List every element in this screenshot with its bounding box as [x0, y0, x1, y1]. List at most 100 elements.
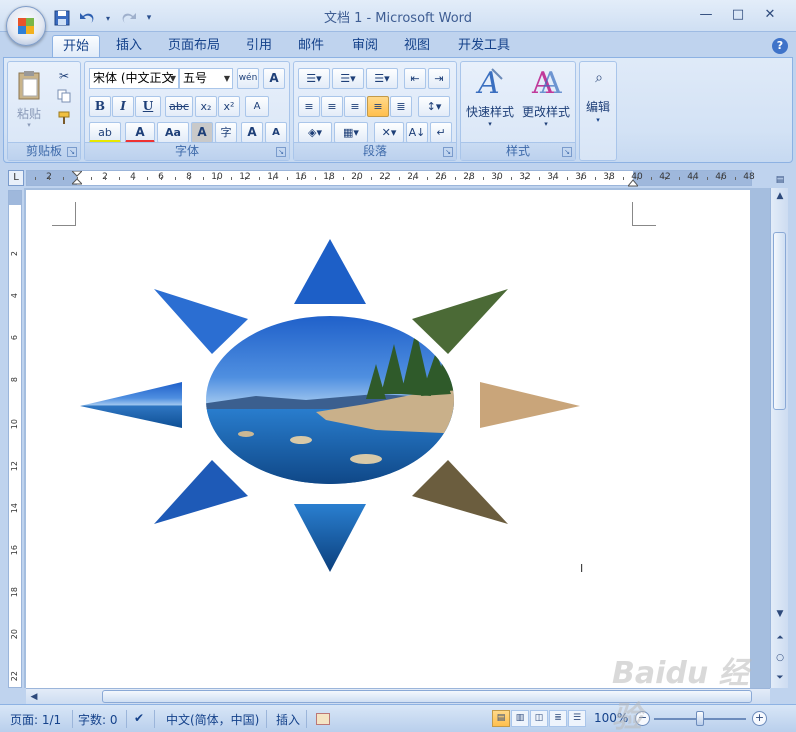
sun-ray-top-left [154, 289, 248, 354]
editing-group[interactable]: ⌕ 编辑 ▾ [579, 61, 617, 161]
close-button[interactable]: ✕ [754, 4, 786, 26]
decrease-indent-button[interactable]: ⇤ [404, 68, 426, 89]
ruler-tick [399, 177, 400, 180]
maximize-button[interactable]: □ [722, 4, 754, 26]
tab-developer[interactable]: 开发工具 [448, 35, 520, 58]
ruler-tick [735, 177, 736, 180]
ruler-tick [315, 177, 316, 180]
character-shading-button[interactable]: A [191, 122, 213, 143]
bullets-button[interactable]: ☰▾ [298, 68, 330, 89]
view-ruler-icon[interactable]: ▤ [772, 172, 788, 188]
ruler-number: 20 [10, 629, 19, 640]
tab-view[interactable]: 视图 [394, 35, 440, 58]
macro-recording-icon[interactable] [316, 713, 330, 725]
change-case-button[interactable]: Aa [157, 122, 189, 143]
strikethrough-button[interactable]: abc [165, 96, 193, 117]
font-launcher-icon[interactable]: ↘ [276, 147, 286, 157]
font-color-button[interactable]: A [125, 122, 155, 143]
grow-font-button[interactable]: A [241, 122, 263, 143]
scroll-left-icon[interactable]: ◀ [26, 689, 42, 705]
next-page-icon[interactable]: ⏷ [772, 670, 788, 686]
sun-ray-bottom-right [412, 460, 508, 524]
change-styles-button[interactable]: AA 更改样式 ▾ [519, 64, 573, 138]
sun-ray-bottom [294, 504, 366, 572]
vertical-ruler-top-margin [9, 191, 21, 205]
clear-formatting-button[interactable]: A [245, 96, 269, 117]
ruler-tick [329, 177, 330, 180]
scroll-up-icon[interactable]: ▲ [772, 188, 788, 204]
ruler-tick [595, 177, 596, 180]
chinese-layout-button[interactable]: ✕▾ [374, 122, 404, 143]
multilevel-list-button[interactable]: ☰▾ [366, 68, 398, 89]
outline-view-icon[interactable]: ≣ [549, 710, 567, 727]
underline-button[interactable]: U [135, 96, 161, 117]
paragraph-group: ☰▾ ☰▾ ☰▾ ⇤ ⇥ ≡ ≡ ≡ ≡ ≣ ↕▾ ◈▾ ▦▾ ✕▾ A↓ ↵ … [293, 61, 457, 161]
page-count[interactable]: 页面: 1/1 [10, 711, 61, 728]
distributed-button[interactable]: ≣ [390, 96, 412, 117]
select-browse-object-icon[interactable]: ○ [772, 650, 788, 666]
format-painter-icon[interactable] [54, 110, 74, 130]
line-spacing-button[interactable]: ↕▾ [418, 96, 450, 117]
paragraph-launcher-icon[interactable]: ↘ [443, 147, 453, 157]
tab-home[interactable]: 开始 [52, 35, 101, 58]
insert-mode-indicator[interactable]: 插入 [276, 711, 300, 728]
enclose-characters-button[interactable]: 字 [215, 122, 237, 143]
phonetic-guide-button[interactable]: wén [237, 68, 259, 89]
paste-button[interactable]: 粘贴 ▾ [12, 66, 46, 136]
vertical-scroll-thumb[interactable] [773, 232, 786, 410]
document-page[interactable]: I [26, 190, 750, 688]
character-border-button[interactable]: A [263, 68, 285, 89]
minimize-button[interactable]: — [690, 4, 722, 26]
cut-icon[interactable]: ✂ [54, 66, 74, 86]
web-layout-view-icon[interactable]: ◫ [530, 710, 548, 727]
tab-selector[interactable]: L [8, 170, 24, 186]
quick-styles-button[interactable]: A 快速样式 ▾ [463, 64, 517, 138]
tab-insert[interactable]: 插入 [106, 35, 152, 58]
horizontal-ruler[interactable]: 2246810121416182022242628303234363840424… [26, 170, 755, 187]
vertical-ruler[interactable]: 2 4 6 8 10 12 14 16 18 20 22 [8, 190, 22, 688]
styles-launcher-icon[interactable]: ↘ [562, 147, 572, 157]
tab-references[interactable]: 引用 [236, 35, 282, 58]
copy-icon[interactable] [54, 88, 74, 108]
vertical-scrollbar[interactable]: ▲ ▼ ⏶ ○ ⏷ [770, 188, 788, 688]
subscript-button[interactable]: x₂ [195, 96, 217, 117]
ruler-tick [343, 177, 344, 180]
tab-mailings[interactable]: 邮件 [288, 35, 334, 58]
shrink-font-button[interactable]: A [265, 122, 287, 143]
draft-view-icon[interactable]: ☰ [568, 710, 586, 727]
print-layout-view-icon[interactable]: ▤ [492, 710, 510, 727]
full-screen-reading-view-icon[interactable]: ▥ [511, 710, 529, 727]
borders-button[interactable]: ▦▾ [334, 122, 368, 143]
align-center-button[interactable]: ≡ [321, 96, 343, 117]
superscript-button[interactable]: x² [218, 96, 240, 117]
sun-shape-picture[interactable] [76, 234, 586, 574]
numbering-button[interactable]: ☰▾ [332, 68, 364, 89]
shading-button[interactable]: ◈▾ [298, 122, 332, 143]
highlight-color-button[interactable]: ab [89, 122, 121, 143]
show-paragraph-marks-button[interactable]: ↵ [430, 122, 452, 143]
tab-page-layout[interactable]: 页面布局 [158, 35, 230, 58]
zoom-in-icon[interactable]: + [752, 711, 767, 726]
document-area[interactable]: I [24, 188, 770, 688]
word-count[interactable]: 字数: 0 [78, 711, 118, 728]
bold-button[interactable]: B [89, 96, 111, 117]
ruler-tick [63, 177, 64, 180]
italic-button[interactable]: I [112, 96, 134, 117]
scroll-down-icon[interactable]: ▼ [772, 606, 788, 622]
align-right-button[interactable]: ≡ [344, 96, 366, 117]
office-button[interactable] [6, 6, 46, 46]
proofing-icon[interactable]: ✔ [134, 711, 144, 725]
font-size-combo[interactable]: 五号 ▼ [179, 68, 233, 89]
ruler-tick [245, 177, 246, 180]
zoom-slider-knob[interactable] [696, 711, 704, 726]
language-indicator[interactable]: 中文(简体，中国) [166, 711, 259, 728]
help-icon[interactable]: ? [772, 38, 788, 54]
tab-review[interactable]: 审阅 [342, 35, 388, 58]
previous-page-icon[interactable]: ⏶ [772, 630, 788, 646]
font-name-combo[interactable]: 宋体 (中文正文 ▼ [89, 68, 179, 89]
justify-button[interactable]: ≡ [367, 96, 389, 117]
clipboard-launcher-icon[interactable]: ↘ [67, 147, 77, 157]
align-left-button[interactable]: ≡ [298, 96, 320, 117]
sort-button[interactable]: A↓ [406, 122, 428, 143]
increase-indent-button[interactable]: ⇥ [428, 68, 450, 89]
